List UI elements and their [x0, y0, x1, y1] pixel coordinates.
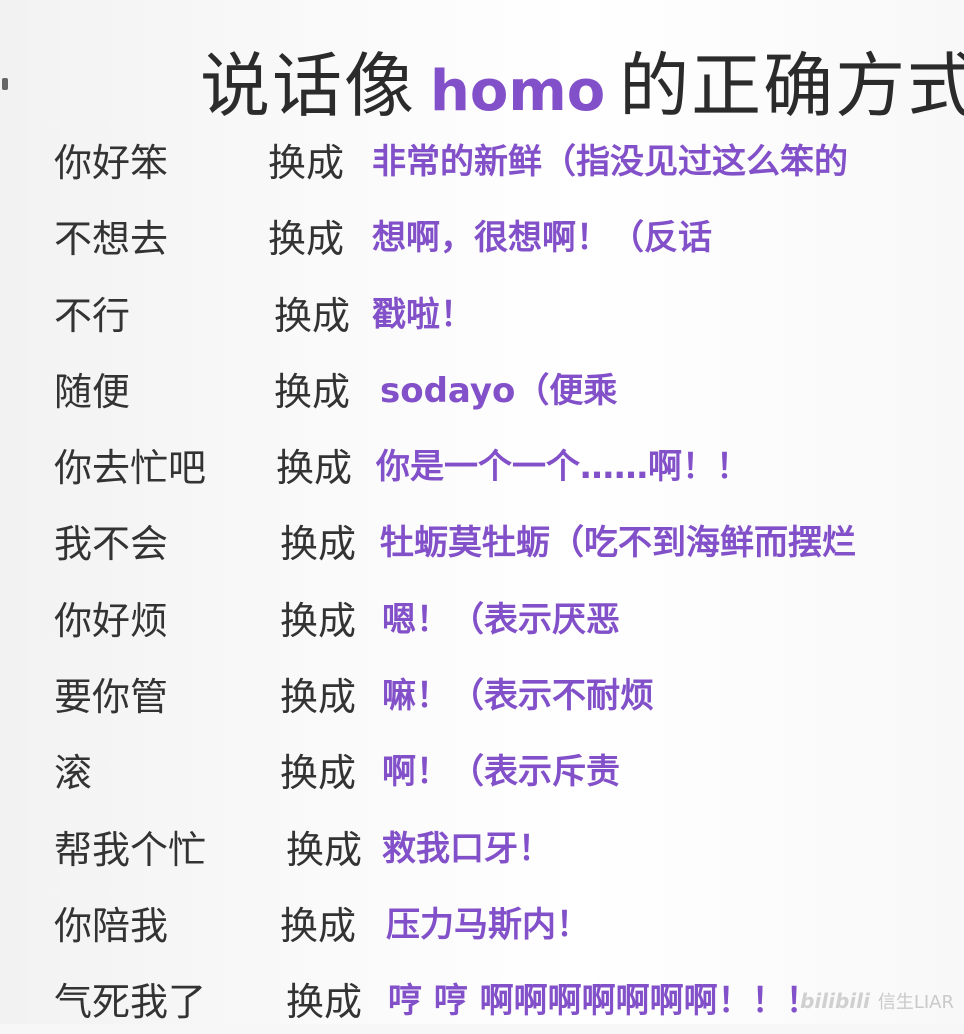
replacement-phrase: 非常的新鲜（指没见过这么笨的 [372, 142, 848, 182]
replace-verb: 换成 [268, 141, 345, 185]
original-phrase: 随便 [54, 369, 131, 414]
watermark: bilibili 信生LIAR [800, 988, 954, 1014]
phrase-row: 你去忙吧 换成 你是一个一个……啊！！ [0, 423, 964, 499]
replace-verb: 换成 [276, 446, 353, 491]
watermark-author: 信生LIAR [877, 992, 954, 1013]
original-phrase: 要你管 [54, 675, 169, 720]
phrase-row: 要你管 换成 嘛！（表示不耐烦 [0, 652, 964, 728]
phrase-row: 我不会 换成 牡蛎莫牡蛎（吃不到海鲜而摆烂 [0, 499, 964, 575]
replacement-phrase: 啊！（表示斥责 [382, 752, 620, 793]
original-phrase: 不行 [54, 293, 131, 338]
bilibili-logo: bilibili [800, 989, 870, 1013]
phrase-row: 不想去 换成 想啊，很想啊！（反话 [0, 194, 964, 270]
phrase-list: 你好笨 换成 非常的新鲜（指没见过这么笨的 不想去 换成 想啊，很想啊！（反话 … [0, 118, 964, 1034]
replace-verb: 换成 [280, 751, 357, 796]
replacement-phrase: 戳啦！ [372, 294, 474, 335]
title-accent: homo [430, 59, 606, 124]
replacement-phrase: 你是一个一个……啊！！ [376, 447, 750, 488]
replace-verb: 换成 [286, 980, 363, 1025]
replacement-phrase: 嘛！（表示不耐烦 [382, 676, 654, 717]
phrase-row: 不行 换成 戳啦！ [0, 271, 964, 347]
replacement-phrase: 嗯！（表示厌恶 [382, 599, 620, 640]
meme-canvas: 说话像 homo 的正确方式 你好笨 换成 非常的新鲜（指没见过这么笨的 不想去… [0, 0, 964, 1024]
original-phrase: 帮我个忙 [54, 827, 207, 872]
replacement-phrase: 压力马斯内！ [386, 904, 590, 945]
original-phrase: 你去忙吧 [54, 446, 207, 491]
phrase-row: 滚 换成 啊！（表示斥责 [0, 728, 964, 804]
replacement-phrase: 救我口牙！ [382, 828, 552, 869]
replace-verb: 换成 [280, 598, 357, 643]
original-phrase: 你好笨 [54, 141, 169, 185]
replace-verb: 换成 [280, 675, 357, 720]
replace-verb: 换成 [280, 903, 357, 948]
original-phrase: 我不会 [54, 522, 169, 567]
phrase-row: 你陪我 换成 压力马斯内！ [0, 881, 964, 957]
replace-verb: 换成 [286, 827, 363, 872]
title-left: 说话像 [200, 45, 416, 127]
replace-verb: 换成 [274, 293, 351, 338]
replacement-phrase: sodayo（便乘 [380, 370, 618, 411]
replace-verb: 换成 [280, 522, 357, 567]
page-title: 说话像 homo 的正确方式 [200, 30, 964, 127]
replace-verb: 换成 [268, 217, 345, 262]
replace-verb: 换成 [274, 369, 351, 414]
phrase-row: 你好笨 换成 非常的新鲜（指没见过这么笨的 [0, 118, 964, 194]
replacement-phrase: 哼 哼 啊啊啊啊啊啊啊！！！ [388, 981, 820, 1022]
scan-speck [2, 78, 8, 90]
original-phrase: 你好烦 [54, 598, 169, 643]
replacement-phrase: 牡蛎莫牡蛎（吃不到海鲜而摆烂 [380, 523, 856, 564]
original-phrase: 你陪我 [54, 903, 169, 948]
original-phrase: 气死我了 [54, 980, 207, 1025]
replacement-phrase: 想啊，很想啊！（反话 [372, 218, 712, 259]
original-phrase: 不想去 [54, 217, 169, 262]
phrase-row: 帮我个忙 换成 救我口牙！ [0, 805, 964, 881]
phrase-row: 随便 换成 sodayo（便乘 [0, 347, 964, 423]
phrase-row: 你好烦 换成 嗯！（表示厌恶 [0, 576, 964, 652]
original-phrase: 滚 [54, 751, 93, 796]
title-right: 的正确方式 [619, 45, 964, 127]
